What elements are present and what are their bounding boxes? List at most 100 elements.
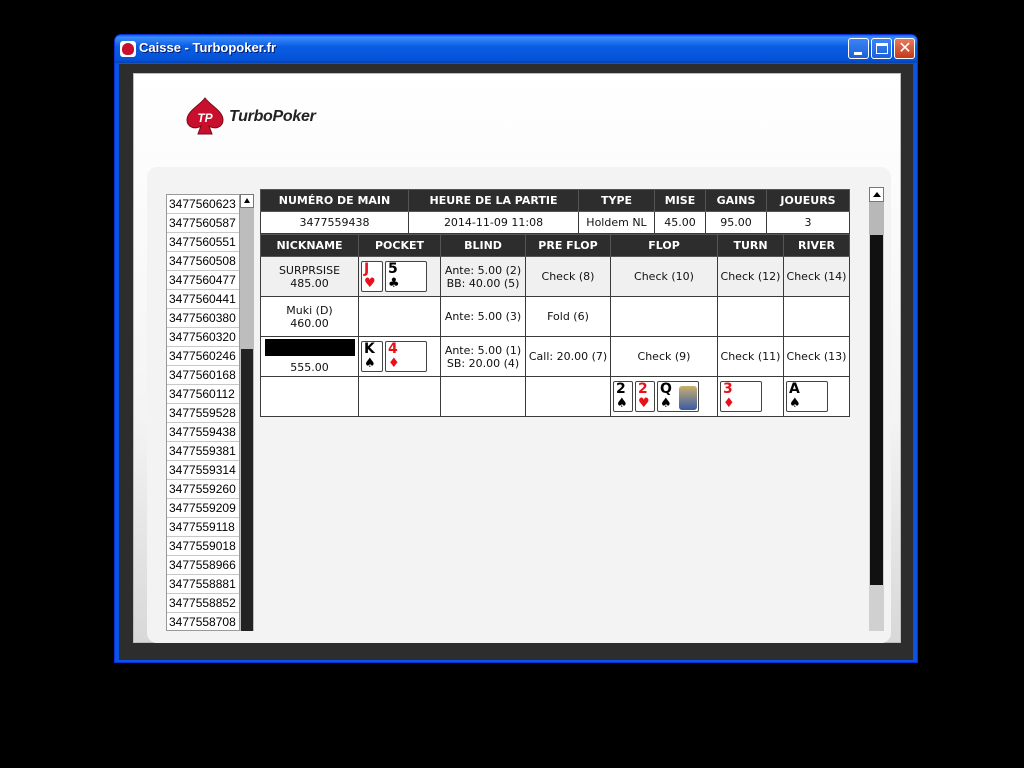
scroll-thumb[interactable] [241,349,253,631]
player-row: 555.00 K ♠ 4 ♦ Ante: 5.00 (1) SB: 20.00 (4)… [260,336,850,377]
header-players: JOUEURS [766,189,850,212]
card-rank: 3 [723,381,733,397]
blind-cell: Ante: 5.00 (2) BB: 40.00 (5) [440,256,526,297]
playing-card: J ♥ [361,261,383,292]
close-button[interactable]: ✕ [894,38,915,59]
playing-card: 2 ♥ [635,381,655,412]
header-game-time: HEURE DE LA PARTIE [408,189,579,212]
spade-suit-icon: ♠ [660,396,672,411]
logo-badge: TP [197,111,213,125]
hand-history-panel: 3477560623 3477560587 3477560551 3477560508… [147,167,891,643]
nickname-cell: SURPRSISE 485.00 [260,256,359,297]
hand-list-item[interactable]: 3477559438 [167,423,239,442]
hand-list-item[interactable]: 3477559314 [167,461,239,480]
hand-list-item[interactable]: 3477560587 [167,214,239,233]
turn-cell: Check (11) [717,336,784,377]
playing-card: A ♠ [786,381,828,412]
nickname-cell: Muki (D) 460.00 [260,296,359,337]
hand-list-scrollbar[interactable] [240,194,254,631]
minimize-icon [854,52,862,55]
playing-card: K ♠ [361,341,383,372]
pocket-cell [358,296,441,337]
hand-list-item[interactable]: 3477560380 [167,309,239,328]
preflop-cell: Fold (6) [525,296,611,337]
spade-suit-icon: ♠ [616,396,628,411]
player-row: Muki (D) 460.00 Ante: 5.00 (3) Fold (6) [260,296,850,337]
card-rank: K [364,341,375,357]
blind-line: Ante: 5.00 (2) [444,263,522,277]
board-river-cell: A ♠ [783,376,850,417]
hand-list[interactable]: 3477560623 3477560587 3477560551 3477560508… [166,194,240,631]
minimize-button[interactable] [848,38,869,59]
scroll-thumb[interactable] [870,235,883,585]
hand-list-item[interactable]: 3477560551 [167,233,239,252]
playing-card: 4 ♦ [385,341,427,372]
hand-list-item[interactable]: 3477560441 [167,290,239,309]
title-bar[interactable]: Caisse - Turbopoker.fr ✕ [115,35,917,63]
hand-list-item[interactable]: 3477560477 [167,271,239,290]
river-cell: Check (13) [783,336,850,377]
header-stake: MISE [654,189,706,212]
blind-line: Ante: 5.00 (1) [444,343,522,357]
hand-list-item[interactable]: 3477560246 [167,347,239,366]
hand-list-item[interactable]: 3477559528 [167,404,239,423]
card-rank: Q [660,381,672,397]
app-icon[interactable] [120,41,136,57]
hand-list-item[interactable]: 3477560508 [167,252,239,271]
hand-list-item[interactable]: 3477558881 [167,575,239,594]
game-time-value: 2014-11-09 11:08 [408,211,579,234]
heart-suit-icon: ♥ [364,276,376,291]
preflop-cell: Call: 20.00 (7) [525,336,611,377]
diamond-suit-icon: ♦ [723,396,735,411]
flop-cell: Check (9) [610,336,718,377]
scroll-track[interactable] [869,202,884,235]
caisse-window: Caisse - Turbopoker.fr ✕ TP TurboPoker 3… [114,34,918,663]
winnings-value: 95.00 [705,211,767,234]
river-cell: Check (14) [783,256,850,297]
stake-value: 45.00 [654,211,706,234]
hand-list-item[interactable]: 3477558966 [167,556,239,575]
details-scrollbar[interactable] [869,187,884,631]
hand-list-item[interactable]: 3477559018 [167,537,239,556]
hand-list-item[interactable]: 3477559209 [167,499,239,518]
hand-list-item[interactable]: 3477558708 [167,613,239,630]
logo-text: TurboPoker [229,108,316,125]
maximize-icon [876,43,888,54]
window-title: Caisse - Turbopoker.fr [139,40,277,55]
hand-list-item[interactable]: 3477560623 [167,195,239,214]
pocket-cell: K ♠ 4 ♦ [358,336,441,377]
player-stack: 460.00 [290,316,329,330]
hand-list-item[interactable]: 3477560320 [167,328,239,347]
flop-cell: Check (10) [610,256,718,297]
board-flop-cell: 2 ♠ 2 ♥ Q ♠ [610,376,718,417]
scroll-up-arrow-icon[interactable] [240,194,254,208]
header-blind: BLIND [440,234,526,257]
player-stack: 485.00 [290,276,329,290]
card-rank: 5 [388,261,398,277]
header-river: RIVER [783,234,850,257]
heart-suit-icon: ♥ [638,396,650,411]
player-name: Muki (D) [286,303,333,317]
header-nickname: NICKNAME [260,234,359,257]
card-rank: 2 [638,381,648,397]
players-value: 3 [766,211,850,234]
hand-list-item[interactable]: 3477558852 [167,594,239,613]
hand-list-item[interactable]: 3477559381 [167,442,239,461]
spade-suit-icon: ♠ [364,356,376,371]
content-frame: TP TurboPoker 3477560623 3477560587 347756… [133,73,901,643]
turn-cell [717,296,784,337]
hand-list-item[interactable]: 3477560112 [167,385,239,404]
card-rank: 4 [388,341,398,357]
blind-cell: Ante: 5.00 (3) [440,296,526,337]
card-rank: 2 [616,381,626,397]
player-stack: 555.00 [290,361,329,374]
blind-line: SB: 20.00 (4) [446,356,520,370]
diamond-suit-icon: ♦ [388,356,400,371]
maximize-button[interactable] [871,38,892,59]
player-name: SURPRSISE [278,263,341,277]
hand-actions-table: NICKNAME POCKET BLIND PRE FLOP FLOP TURN… [260,234,850,417]
hand-list-item[interactable]: 3477559260 [167,480,239,499]
scroll-up-arrow-icon[interactable] [869,187,884,202]
hand-list-item[interactable]: 3477559118 [167,518,239,537]
hand-list-item[interactable]: 3477560168 [167,366,239,385]
